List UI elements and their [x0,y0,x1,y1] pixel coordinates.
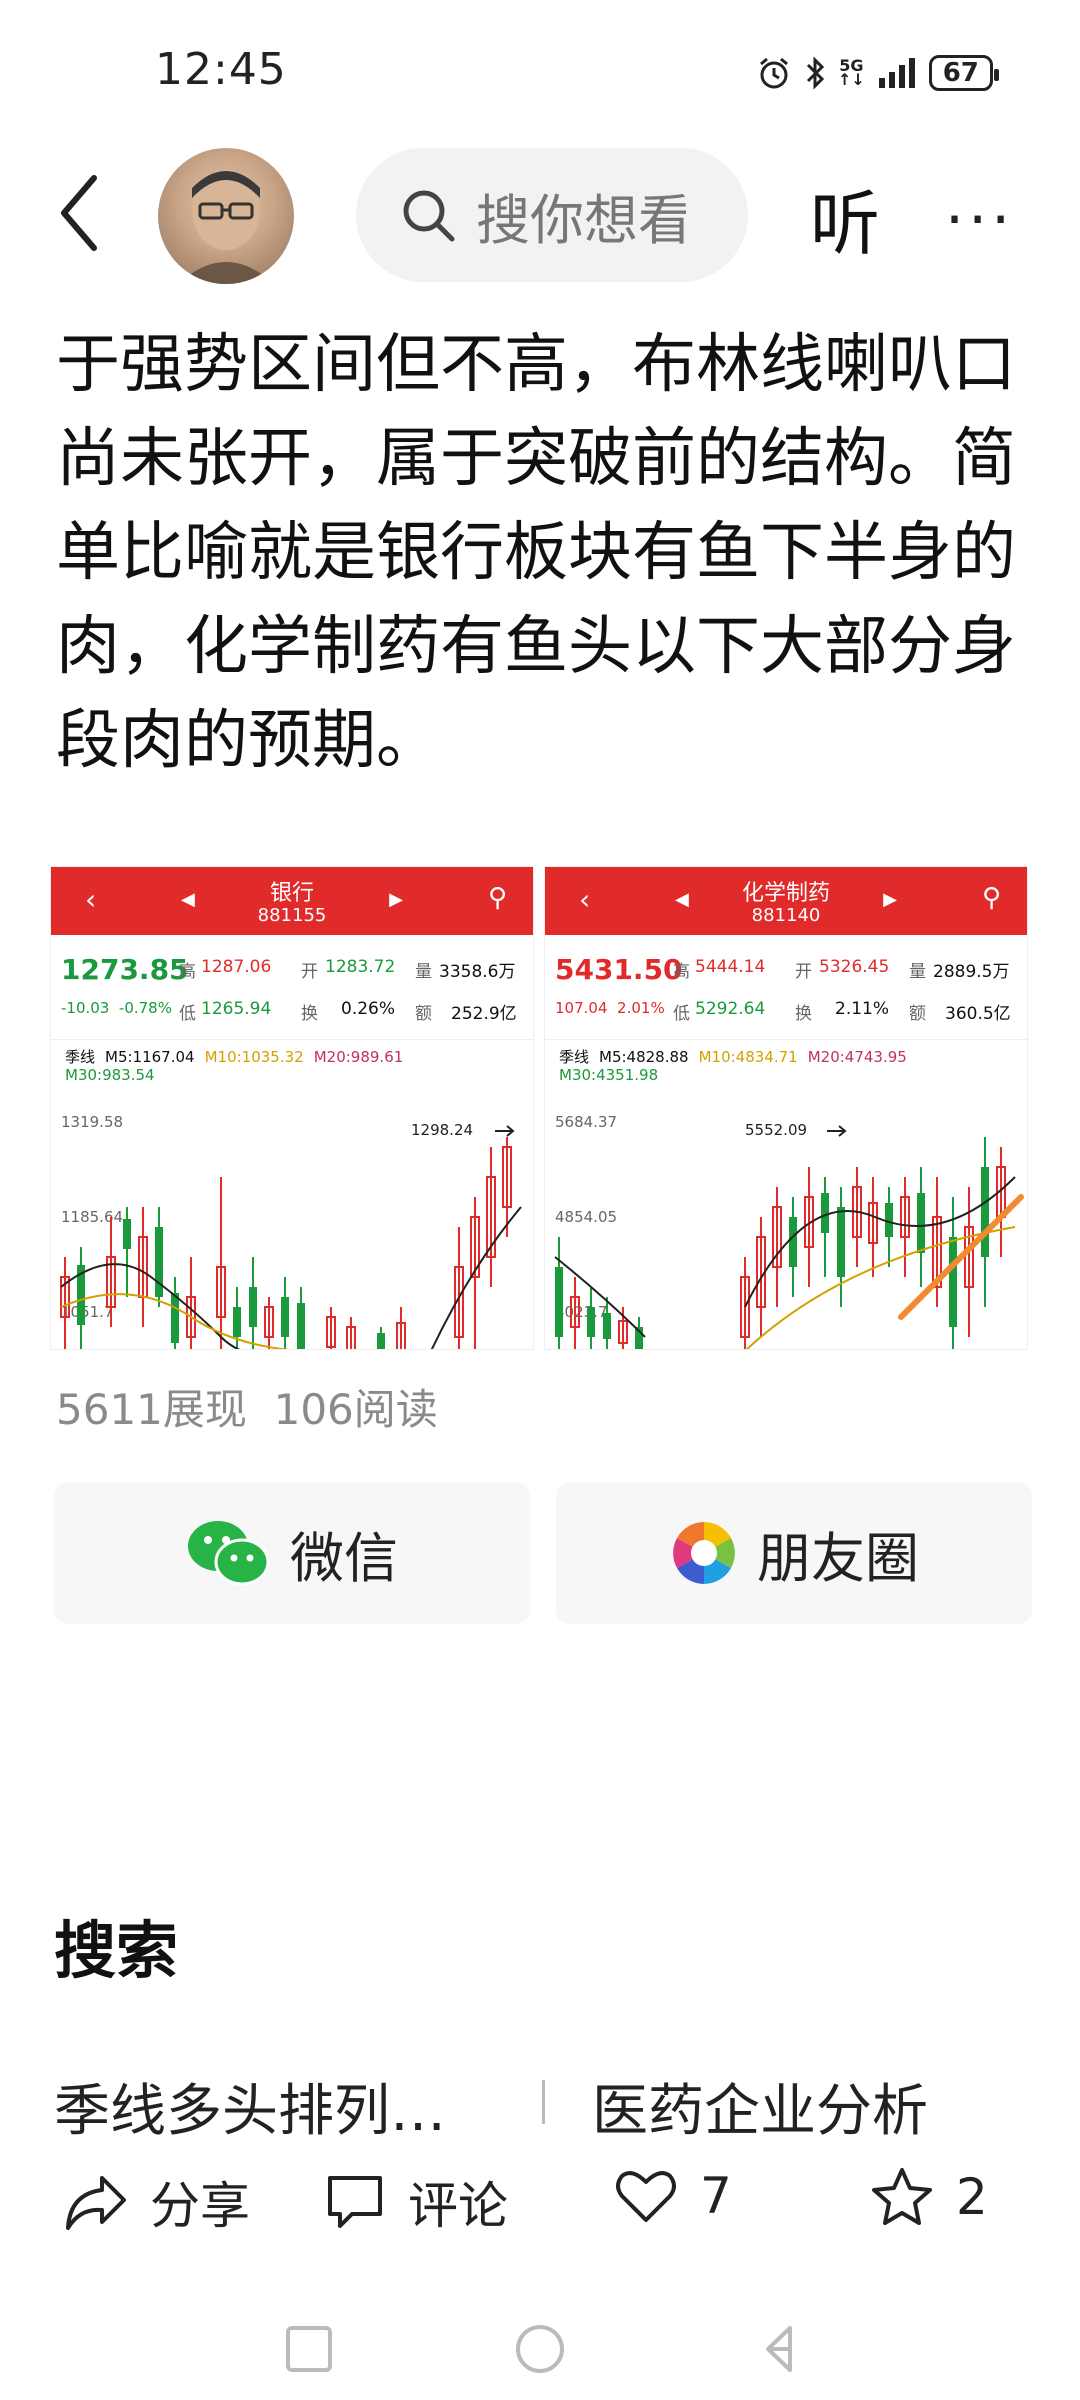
more-options-button[interactable]: ··· [945,185,1014,255]
high-value: 5444.14 [695,957,766,977]
high-label: 高 [179,962,196,982]
turnover-label: 换 [301,1004,318,1024]
favorite-count: 2 [956,2168,988,2226]
change: 107.04 2.01% [555,999,665,1017]
alarm-icon [760,57,788,89]
recent-apps-icon[interactable] [286,2326,332,2372]
next-icon: ▶ [883,889,897,910]
search-placeholder: 搜你想看 [476,188,686,252]
system-navigation-bar [286,2325,792,2373]
price: 1273.85 [61,953,189,986]
amount-label: 额 [909,1004,926,1024]
y-mid-label: 4854.05 [555,1208,617,1226]
search-bar[interactable]: 搜你想看 [356,148,748,282]
open-label: 开 [301,962,318,982]
status-time: 12:45 [155,44,287,95]
high-value: 1287.06 [201,957,272,977]
like-action[interactable]: 7 [614,2166,732,2226]
nav-back-icon[interactable] [766,2326,792,2372]
home-icon[interactable] [516,2325,564,2373]
network-label: 5G ↑↓ [838,56,865,89]
price: 5431.50 [555,953,683,986]
battery-indicator: 67 [928,55,999,91]
moments-icon [673,1522,735,1584]
chart-search-icon: ⚲ [487,883,507,913]
comment-icon [328,2176,382,2228]
chart-image-pharma[interactable]: ‹ ◀ 化学制药 881140 ▶ ⚲ 5431.50 107.04 2.01%… [544,866,1028,1350]
chart-header: ‹ ◀ 化学制药 881140 ▶ ⚲ [545,867,1027,935]
post-stats: 5611展现 106阅读 [56,1385,438,1434]
y-mid-label: 1185.64 [61,1208,123,1226]
y-top-label: 5684.37 [555,1113,617,1131]
candles [555,1137,1006,1349]
y-top-label: 1319.58 [61,1113,123,1131]
share-wechat-button[interactable]: 微信 [54,1482,530,1624]
peak-label: 1298.24 [411,1121,473,1139]
sector-code: 881155 [257,905,327,926]
search-suggestion-1[interactable]: 季线多头排列… [54,2066,446,2147]
kline-chart: 1319.58 1185.64 1051.7 1298.24 [60,1113,522,1349]
search-section-title: 搜索 [54,1914,179,1987]
star-icon [872,2168,932,2225]
low-value: 5292.64 [695,999,766,1019]
suggestion-divider [542,2080,545,2124]
chart-search-icon: ⚲ [981,883,1001,913]
like-count: 7 [700,2167,732,2225]
volume-value: 2889.5万 [933,962,1010,982]
share-action[interactable]: 分享 [62,2166,250,2238]
listen-button[interactable]: 听 [810,168,880,269]
wechat-icon [188,1521,270,1586]
open-value: 5326.45 [819,957,890,977]
amount-label: 额 [415,1004,432,1024]
volume-label: 量 [909,962,926,982]
amount-value: 252.9亿 [451,1004,517,1024]
low-label: 低 [673,1004,690,1024]
amount-value: 360.5亿 [945,1004,1011,1024]
chart-header: ‹ ◀ 银行 881155 ▶ ⚲ [51,867,533,935]
search-icon [403,190,455,242]
comment-label: 评论 [408,2177,508,2235]
turnover-value: 0.26% [341,999,396,1019]
signal-icon [878,58,915,88]
heart-icon [616,2171,676,2222]
bluetooth-icon [806,56,825,90]
high-label: 高 [673,962,690,982]
kline-legend: 季线 M5:1167.04 M10:1035.32 M20:989.61 M30:98… [51,1039,533,1087]
quote-panel: 5431.50 107.04 2.01% 高 5444.14 开 5326.45… [545,935,1027,1039]
back-arrow-icon[interactable] [50,170,110,256]
turnover-value: 2.11% [835,999,890,1019]
comment-action[interactable]: 评论 [324,2166,508,2238]
turnover-label: 换 [795,1004,812,1024]
volume-label: 量 [415,962,432,982]
sector-name: 银行 [269,881,314,906]
kline-legend: 季线 M5:4828.88 M10:4834.71 M20:4743.95 M30:4… [545,1039,1027,1087]
share-moments-button[interactable]: 朋友圈 [556,1482,1032,1624]
sector-code: 881140 [751,905,821,926]
article-text: 于强势区间但不高，布林线喇叭口尚未张开，属于突破前的结构。简单比喻就是银行板块有… [56,328,1016,778]
change: -10.03 -0.78% [61,999,172,1017]
low-label: 低 [179,1004,196,1024]
share-label: 分享 [150,2177,250,2235]
favorite-action[interactable]: 2 [870,2166,988,2228]
status-icons: 5G ↑↓ 67 [756,48,999,98]
author-avatar[interactable] [158,148,294,284]
share-moments-label: 朋友圈 [757,1526,919,1590]
open-label: 开 [795,962,812,982]
search-suggestion-2[interactable]: 医药企业分析 [592,2066,928,2147]
low-value: 1265.94 [201,999,272,1019]
share-wechat-label: 微信 [290,1526,398,1590]
sector-name: 化学制药 [741,881,830,906]
peak-label: 5552.09 [745,1121,807,1139]
candles [60,1137,512,1349]
share-icon [66,2176,126,2230]
next-icon: ▶ [389,889,403,910]
open-value: 1283.72 [325,957,396,977]
volume-value: 3358.6万 [439,962,516,982]
kline-chart: 5684.37 4854.05 4023.7 5552.09 [554,1113,1024,1349]
quote-panel: 1273.85 -10.03 -0.78% 高 1287.06 开 1283.7… [51,935,533,1039]
chart-image-bank[interactable]: ‹ ◀ 银行 881155 ▶ ⚲ 1273.85 -10.03 -0.78% … [50,866,534,1350]
